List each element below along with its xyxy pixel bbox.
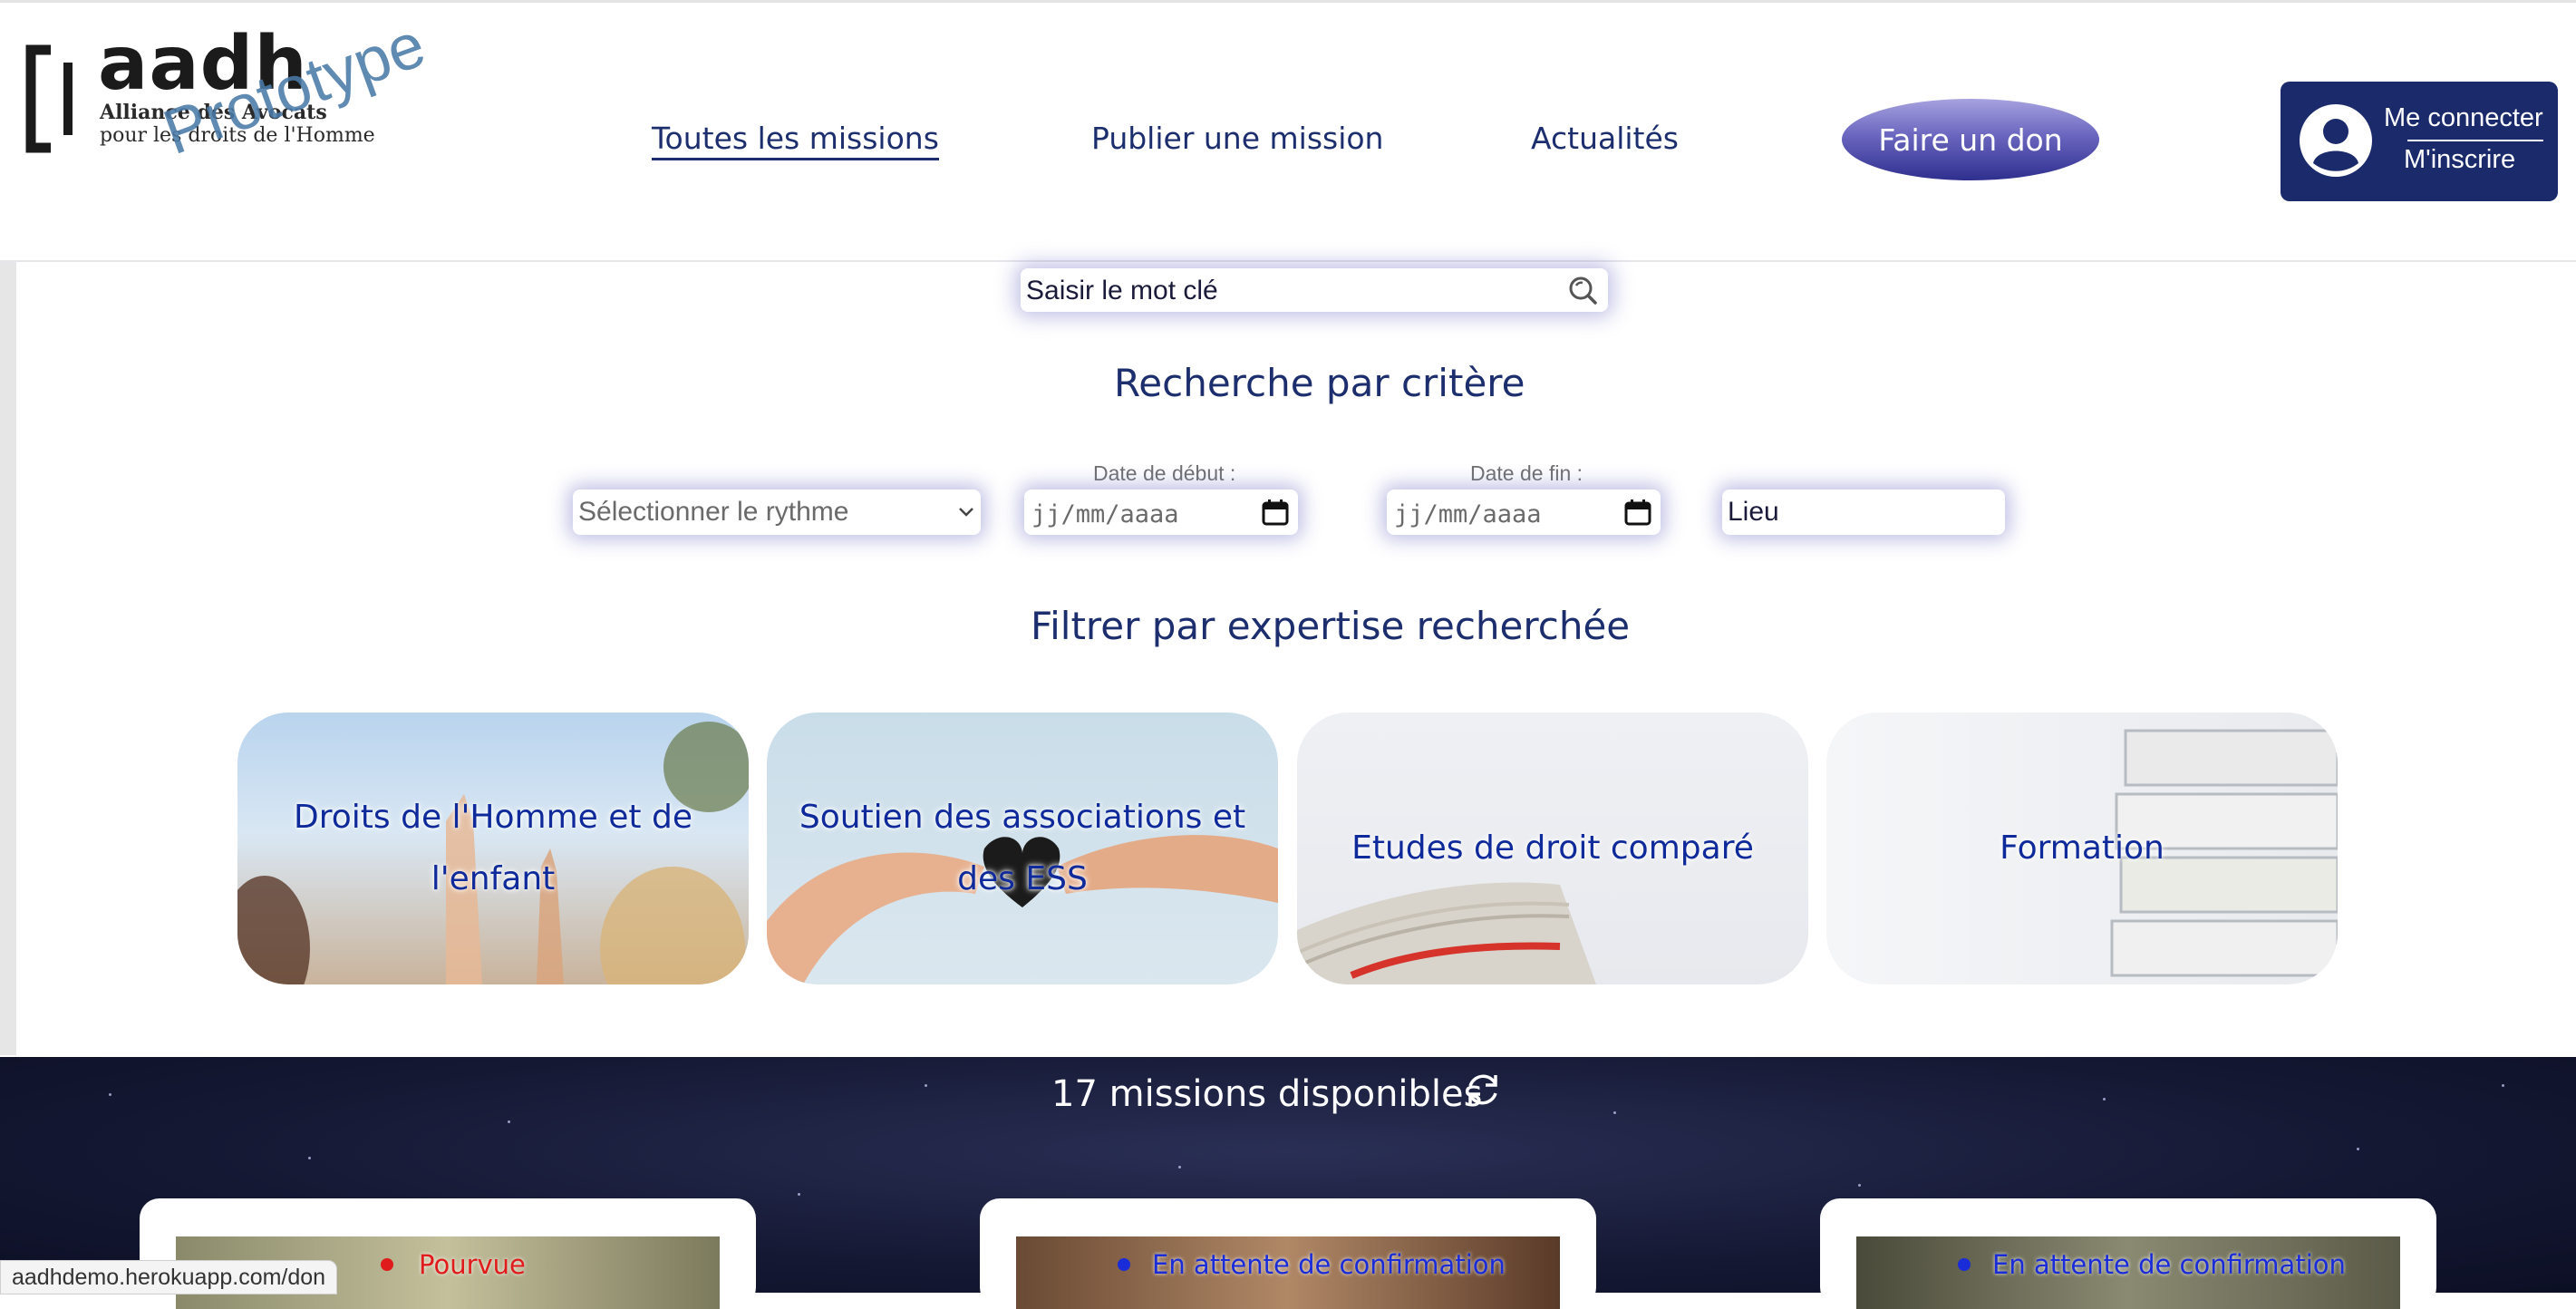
nav-toutes-les-missions[interactable]: Toutes les missions	[652, 121, 939, 160]
expertise-card-droits-homme-enfant[interactable]: Droits de l'Homme et de l'enfant	[237, 713, 749, 984]
calendar-icon[interactable]	[1624, 499, 1651, 526]
star	[798, 1193, 800, 1196]
status-dot-icon	[381, 1258, 393, 1271]
chevron-down-icon	[959, 508, 973, 517]
start-date-label: Date de début :	[1093, 461, 1236, 485]
rhythm-select[interactable]: Sélectionner le rythme	[573, 490, 981, 535]
user-avatar-icon	[2300, 104, 2372, 177]
site-header: aadh Alliance des Avocats pour les droit…	[0, 3, 2576, 262]
refresh-icon[interactable]	[1461, 1068, 1505, 1111]
expertise-heading: Filtrer par expertise recherchée	[1031, 604, 1631, 648]
expertise-card-title: Soutien des associations et des ESS	[799, 798, 1246, 897]
start-date-input[interactable]: jj/mm/aaaa	[1024, 490, 1298, 535]
end-date-input[interactable]: jj/mm/aaaa	[1387, 490, 1661, 535]
star	[109, 1093, 111, 1096]
register-link[interactable]: M'inscrire	[2404, 145, 2515, 175]
keyword-search-field[interactable]: Saisir le mot clé	[1021, 268, 1608, 312]
star	[1613, 1111, 1616, 1114]
place-input[interactable]: Lieu	[1722, 490, 2005, 535]
nav-actualites[interactable]: Actualités	[1531, 121, 1679, 156]
missions-count: 17 missions disponibles	[1051, 1073, 1483, 1115]
expertise-card-title: Etudes de droit comparé	[1351, 829, 1754, 867]
place-placeholder: Lieu	[1728, 497, 1779, 527]
status-dot-icon	[1958, 1258, 1971, 1271]
donate-button[interactable]: Faire un don	[1842, 99, 2099, 180]
expertise-card-title: Formation	[2000, 829, 2164, 867]
nav-publier-une-mission[interactable]: Publier une mission	[1091, 121, 1383, 156]
star	[1178, 1166, 1181, 1168]
criteria-heading: Recherche par critère	[1114, 361, 1525, 405]
browser-status-url: aadhdemo.herokuapp.com/don	[0, 1260, 338, 1294]
mission-status: En attente de confirmation	[1992, 1249, 2346, 1280]
expertise-card-droit-compare[interactable]: Etudes de droit comparé	[1297, 713, 1808, 984]
start-date-placeholder: jj/mm/aaaa	[1031, 500, 1179, 528]
star	[925, 1084, 927, 1087]
bracket-logo-icon	[25, 44, 73, 153]
star	[1858, 1184, 1861, 1187]
star	[2103, 1098, 2106, 1101]
calendar-icon[interactable]	[1262, 499, 1289, 526]
left-gutter	[0, 262, 16, 1055]
login-link[interactable]: Me connecter	[2384, 103, 2543, 133]
expertise-card-title: Droits de l'Homme et de l'enfant	[294, 798, 692, 897]
star	[508, 1120, 510, 1123]
account-divider	[2407, 140, 2543, 141]
star	[2502, 1084, 2504, 1087]
search-input[interactable]: Saisir le mot clé	[1026, 276, 1218, 306]
status-dot-icon	[1118, 1258, 1130, 1271]
end-date-placeholder: jj/mm/aaaa	[1394, 500, 1542, 528]
end-date-label: Date de fin :	[1470, 461, 1583, 485]
mission-status: En attente de confirmation	[1152, 1249, 1506, 1280]
expertise-card-formation[interactable]: Formation	[1826, 713, 2338, 984]
mission-status: Pourvue	[419, 1249, 526, 1280]
account-panel[interactable]: Me connecter M'inscrire	[2281, 82, 2558, 201]
mission-card[interactable]: En attente de confirmation	[980, 1198, 1596, 1309]
expertise-card-soutien-associations[interactable]: Soutien des associations et des ESS	[767, 713, 1278, 984]
rhythm-select-value: Sélectionner le rythme	[578, 497, 849, 527]
aadh-logo[interactable]: aadh Alliance des Avocats pour les droit…	[18, 8, 434, 199]
star	[2357, 1148, 2359, 1150]
mission-card[interactable]: En attente de confirmation	[1820, 1198, 2436, 1309]
star	[308, 1157, 311, 1159]
search-icon[interactable]	[1567, 275, 1598, 305]
